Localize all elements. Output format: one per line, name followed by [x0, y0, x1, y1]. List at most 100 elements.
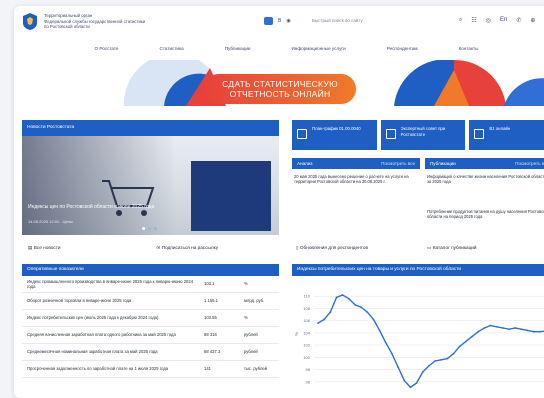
news-section-title[interactable]: Новости Ростовстата [22, 120, 279, 136]
cpi-data-point[interactable] [366, 311, 369, 314]
indicator-unit: млрд. руб. [244, 298, 265, 304]
publication-item[interactable]: Потребление продуктов питания на душу на… [427, 209, 544, 219]
cpi-data-point[interactable] [384, 341, 387, 344]
cpi-data-point[interactable] [391, 352, 393, 355]
cpi-data-point[interactable] [347, 297, 350, 300]
indicator-row[interactable]: Оборот розничной торговли в январе-июне … [22, 293, 279, 310]
indicator-row[interactable]: Средняя начисленная заработная плата одн… [22, 327, 279, 344]
cpi-data-point[interactable] [323, 318, 326, 321]
slider-dot[interactable] [142, 227, 145, 230]
chart-panel-title[interactable]: Индексы потребительских цен на товары и … [297, 267, 461, 272]
publication-item[interactable]: Информация о качестве жизни населения Ро… [427, 174, 544, 184]
indicator-name: Индекс промышленного производства в янва… [27, 278, 194, 289]
cpi-data-point[interactable] [421, 371, 424, 373]
cpi-data-point[interactable] [317, 322, 319, 325]
cpi-data-point[interactable] [415, 382, 418, 384]
cpi-data-point[interactable] [483, 327, 486, 329]
news-caption[interactable]: Индексы цен по Ростовской области в июле… [28, 204, 198, 210]
cpi-data-point[interactable] [335, 296, 338, 299]
cpi-data-point[interactable] [514, 327, 517, 329]
accessibility-icon[interactable]: ◉ [286, 18, 290, 24]
cpi-data-point[interactable] [360, 306, 363, 309]
y-tick-label: 98 [306, 367, 311, 372]
cpi-data-point[interactable] [508, 328, 510, 331]
publications-more-link[interactable]: Посмотреть все [515, 158, 544, 169]
nav-item-info-services[interactable]: Информационные услуги [292, 43, 346, 55]
cpi-data-point[interactable] [428, 364, 430, 367]
analysis-title[interactable]: Анализ [297, 161, 313, 166]
cpi-data-point[interactable] [397, 366, 400, 369]
indicator-row[interactable]: Просроченная задолженность по заработной… [22, 361, 279, 378]
cpi-data-point[interactable] [501, 327, 504, 329]
slider-dot[interactable] [148, 227, 151, 230]
cpi-data-point[interactable] [378, 329, 381, 332]
publications-title[interactable]: Публикации [430, 161, 456, 166]
cpi-data-point[interactable] [471, 335, 473, 338]
cpi-data-point[interactable] [446, 357, 449, 360]
indicators-title[interactable]: Оперативные показатели [22, 264, 279, 276]
cpi-data-point[interactable] [354, 303, 356, 306]
people-icon [385, 129, 396, 139]
indicator-row[interactable]: Индекс потребительских цен (июль 2025 го… [22, 310, 279, 327]
chart-svg: 96 98 100 102 104 106 108 110% [294, 294, 544, 389]
tile-schedule[interactable]: План-график 01.00.0040 [292, 120, 377, 150]
cpi-data-point[interactable] [329, 311, 332, 314]
analysis-text[interactable]: 20 мая 2025 года вынесено решение о расч… [294, 174, 416, 184]
org-name[interactable]: Территориальный орган Федеральной службы… [44, 13, 184, 30]
cpi-series-line[interactable] [317, 294, 544, 389]
cpi-data-point[interactable] [458, 345, 461, 348]
cpi-data-point[interactable] [403, 379, 406, 382]
cpi-data-point[interactable] [532, 330, 535, 333]
catalog-link[interactable]: ▭ Каталог публикаций [423, 242, 544, 254]
indicator-value: 141 [204, 366, 211, 372]
emblem-icon[interactable] [23, 13, 37, 30]
cpi-data-point[interactable] [434, 360, 436, 362]
news-tag[interactable]: Цены [62, 219, 72, 224]
search-icon[interactable]: ⌕ [459, 17, 462, 24]
nav-item-about[interactable]: О Росстате [95, 43, 119, 55]
nav-item-statistics[interactable]: Статистика [160, 43, 184, 55]
tile-online[interactable]: В1 онлайн [469, 120, 544, 150]
analysis-more-link[interactable]: Посмотреть все [381, 158, 415, 169]
indicator-value: 1 155.1 [204, 298, 218, 304]
all-news-label: Все новости [33, 245, 61, 250]
tile-expert-council[interactable]: Экспертный совет при Ростовстате [380, 120, 466, 150]
cpi-data-point[interactable] [372, 318, 375, 321]
cpi-data-point[interactable] [489, 324, 492, 327]
quick-tiles: План-график 01.00.0040 Экспертный совет … [292, 120, 544, 150]
cpi-data-point[interactable] [341, 294, 344, 296]
vk-icon[interactable]: В [278, 18, 281, 24]
slider-dot[interactable] [154, 227, 157, 230]
cpi-data-point[interactable] [495, 325, 498, 328]
language-switch[interactable]: En [500, 17, 507, 24]
cpi-data-point[interactable] [440, 358, 443, 361]
respondent-updates-link[interactable]: ▯ Обновления для респондентов [292, 242, 423, 254]
cpi-data-point[interactable] [409, 386, 412, 389]
indicator-row[interactable]: Индекс промышленного производства в янва… [22, 276, 279, 293]
cpi-data-point[interactable] [520, 328, 523, 331]
cpi-data-point[interactable] [526, 329, 529, 332]
cta-line: ОТЧЕТНОСТЬ ОНЛАЙН [229, 89, 331, 99]
promo-banner: СДАТЬ СТАТИСТИЧЕСКУЮ ОТЧЕТНОСТЬ ОНЛАЙН [14, 53, 544, 112]
phone-icon[interactable]: ✆ [516, 17, 521, 24]
cpi-data-point[interactable] [477, 330, 480, 333]
cpi-data-point[interactable] [452, 352, 455, 355]
indicator-unit: % [244, 315, 248, 321]
indicator-row[interactable]: Среднемесячная номинальная заработная пл… [22, 344, 279, 361]
cpi-data-point[interactable] [464, 340, 467, 343]
news-links: ▤ Все новости ✉ Подписаться на рассылку [22, 242, 279, 254]
sitemap-icon[interactable]: ☷ [471, 17, 476, 24]
globe-icon[interactable]: ⊕ [530, 17, 535, 24]
nav-item-respondents[interactable]: Респондентам [387, 43, 418, 55]
subscribe-link[interactable]: ✉ Подписаться на рассылку [151, 242, 280, 254]
nav-item-contacts[interactable]: Контакты [459, 43, 479, 55]
eye-icon[interactable]: ◎ [486, 17, 491, 24]
submit-reports-button[interactable]: СДАТЬ СТАТИСТИЧЕСКУЮ ОТЧЕТНОСТЬ ОНЛАЙН [204, 74, 356, 104]
telegram-icon[interactable] [264, 17, 273, 25]
news-slide[interactable]: Индексы цен по Ростовской области в июле… [22, 136, 279, 235]
all-news-link[interactable]: ▤ Все новости [22, 242, 151, 254]
cpi-data-point[interactable] [538, 330, 541, 333]
search-input[interactable]: Быстрый поиск по сайту [309, 15, 449, 27]
nav-item-publications[interactable]: Публикации [225, 43, 251, 55]
social-icons: В ◉ [264, 17, 291, 25]
